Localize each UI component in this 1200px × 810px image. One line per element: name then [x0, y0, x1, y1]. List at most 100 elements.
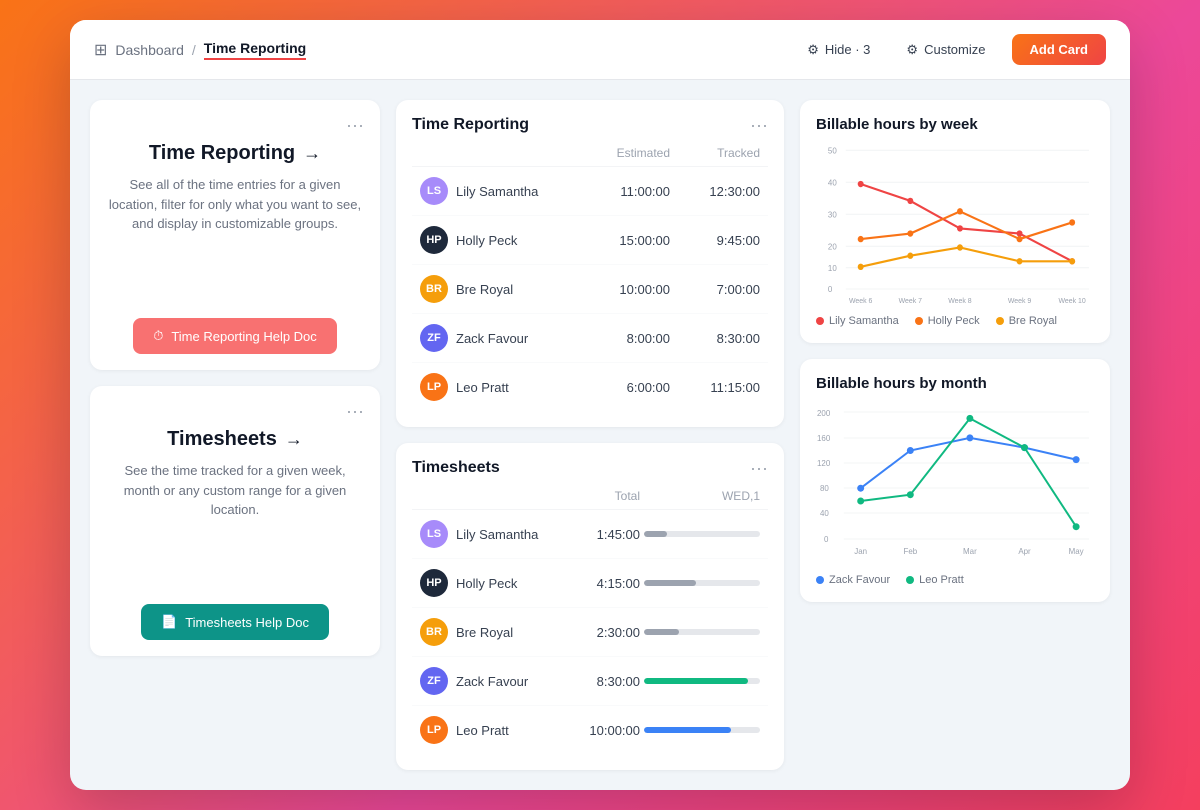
ts-table-body: LS Lily Samantha 1:45:00 HP Holly Peck 4… [412, 510, 768, 754]
weekly-chart-svg: 50 40 30 20 10 0 Week 6 [816, 145, 1094, 305]
tr-help-button[interactable]: ⏱ Time Reporting Help Doc [133, 318, 337, 354]
monthly-chart-card: Billable hours by month 0 40 80 120 160 … [800, 359, 1110, 602]
person-name: Zack Favour [456, 331, 528, 346]
tr-table-row: LP Leo Pratt 6:00:00 11:15:00 [412, 363, 768, 411]
ts-title-text: Timesheets [167, 428, 277, 451]
tr-desc: See all of the time entries for a given … [106, 175, 364, 234]
person-cell: LP Leo Pratt [420, 716, 560, 744]
ts-card-title: Timesheets → [167, 428, 303, 451]
legend-lily: Lily Samantha [816, 315, 899, 327]
content: ··· Time Reporting → See all of the time… [70, 80, 1130, 790]
estimated-val: 6:00:00 [580, 380, 670, 395]
ts-col-total: Total [560, 489, 640, 503]
svg-text:30: 30 [828, 210, 837, 219]
main-container: ⊞ Dashboard / Time Reporting ⚙ Hide · 3 … [70, 20, 1130, 790]
ts-col-wed: WED,1 [640, 489, 760, 503]
svg-text:200: 200 [817, 409, 831, 418]
right-column: Billable hours by week 50 40 30 20 10 0 [800, 100, 1110, 770]
legend-dot-bre [996, 317, 1004, 325]
progress-cell [640, 678, 760, 684]
svg-text:40: 40 [828, 178, 837, 187]
info-card-ts: Timesheets → See the time tracked for a … [106, 428, 364, 640]
hide-button[interactable]: ⚙ Hide · 3 [797, 36, 880, 64]
svg-text:Week 7: Week 7 [899, 296, 922, 305]
ts-table-row: ZF Zack Favour 8:30:00 [412, 657, 768, 706]
person-cell: LS Lily Samantha [420, 177, 580, 205]
ts-col-name [420, 489, 560, 503]
dots-menu-ts-table[interactable]: ··· [750, 459, 768, 477]
svg-text:50: 50 [828, 146, 837, 155]
progress-bar-container [644, 727, 760, 733]
legend-label-leo: Leo Pratt [919, 574, 964, 586]
progress-cell [640, 580, 760, 586]
tr-table-row: BR Bre Royal 10:00:00 7:00:00 [412, 265, 768, 314]
svg-text:Week 10: Week 10 [1059, 296, 1086, 305]
svg-text:Jan: Jan [854, 547, 867, 556]
tr-table-body: LS Lily Samantha 11:00:00 12:30:00 HP Ho… [412, 167, 768, 411]
person-name: Bre Royal [456, 625, 513, 640]
avatar: BR [420, 275, 448, 303]
person-name: Leo Pratt [456, 723, 509, 738]
add-card-button[interactable]: Add Card [1012, 34, 1107, 65]
legend-label-bre: Bre Royal [1009, 315, 1057, 327]
svg-text:Apr: Apr [1018, 547, 1031, 556]
legend-label-holly: Holly Peck [928, 315, 980, 327]
timesheets-table-card: Timesheets ··· Total WED,1 LS Lily Saman… [396, 443, 784, 770]
avatar: BR [420, 618, 448, 646]
legend-label-lily: Lily Samantha [829, 315, 899, 327]
legend-dot-lily [816, 317, 824, 325]
filter-icon: ⚙ [807, 42, 819, 58]
dots-menu-ts-info[interactable]: ··· [346, 402, 364, 420]
tr-table-title: Time Reporting [412, 116, 529, 134]
total-val: 4:15:00 [560, 576, 640, 591]
dots-menu-tr-table[interactable]: ··· [750, 116, 768, 134]
person-cell: LS Lily Samantha [420, 520, 560, 548]
progress-bar [644, 678, 748, 684]
tr-col-name [420, 146, 580, 160]
ts-help-label: Timesheets Help Doc [185, 615, 309, 630]
svg-text:Mar: Mar [963, 547, 977, 556]
header: ⊞ Dashboard / Time Reporting ⚙ Hide · 3 … [70, 20, 1130, 80]
tracked-val: 7:00:00 [670, 282, 760, 297]
progress-bar-container [644, 531, 760, 537]
person-cell: LP Leo Pratt [420, 373, 580, 401]
total-val: 8:30:00 [560, 674, 640, 689]
tracked-val: 8:30:00 [670, 331, 760, 346]
time-reporting-table-card: Time Reporting ··· Estimated Tracked LS … [396, 100, 784, 427]
avatar: HP [420, 226, 448, 254]
avatar: ZF [420, 324, 448, 352]
legend-label-zack: Zack Favour [829, 574, 890, 586]
ts-table-row: LP Leo Pratt 10:00:00 [412, 706, 768, 754]
svg-text:160: 160 [817, 434, 831, 443]
breadcrumb-current: Time Reporting [204, 40, 306, 60]
breadcrumb-dashboard[interactable]: Dashboard [115, 42, 184, 58]
customize-label: Customize [924, 42, 985, 57]
person-name: Lily Samantha [456, 527, 538, 542]
ts-help-button[interactable]: 📄 Timesheets Help Doc [141, 604, 329, 640]
tr-arrow: → [303, 143, 321, 164]
dots-menu-tr[interactable]: ··· [346, 116, 364, 134]
total-val: 2:30:00 [560, 625, 640, 640]
avatar: LS [420, 177, 448, 205]
legend-holly: Holly Peck [915, 315, 980, 327]
card-header-ts-info: ··· [106, 402, 364, 420]
avatar: LS [420, 520, 448, 548]
tr-help-label: Time Reporting Help Doc [171, 329, 316, 344]
table-header-ts: Timesheets ··· [412, 459, 768, 477]
time-reporting-info-card: ··· Time Reporting → See all of the time… [90, 100, 380, 370]
clock-icon: ⏱ [153, 328, 163, 344]
monthly-chart-svg: 0 40 80 120 160 200 Jan [816, 404, 1094, 564]
legend-bre: Bre Royal [996, 315, 1057, 327]
hide-label: Hide · 3 [825, 42, 871, 57]
settings-icon: ⚙ [906, 42, 918, 58]
legend-leo: Leo Pratt [906, 574, 964, 586]
tr-col-estimated: Estimated [580, 146, 670, 160]
svg-text:80: 80 [820, 484, 829, 493]
avatar: LP [420, 716, 448, 744]
weekly-chart-area: 50 40 30 20 10 0 Week 6 [816, 145, 1094, 305]
customize-button[interactable]: ⚙ Customize [896, 36, 995, 64]
svg-text:10: 10 [828, 264, 837, 273]
tr-table-row: HP Holly Peck 15:00:00 9:45:00 [412, 216, 768, 265]
table-header-tr: Time Reporting ··· [412, 116, 768, 134]
progress-bar [644, 531, 667, 537]
